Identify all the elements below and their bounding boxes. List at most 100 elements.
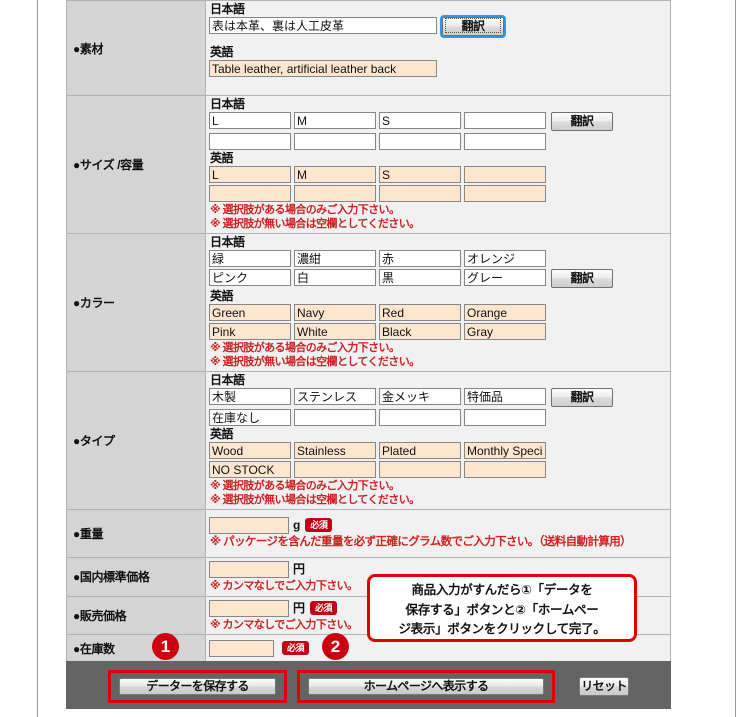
required-badge-stock: 必須 xyxy=(282,641,310,655)
type-ja-input-8[interactable] xyxy=(464,409,546,426)
color-ja-input-5[interactable] xyxy=(209,269,291,286)
type-ja-input-1[interactable] xyxy=(209,388,291,405)
size-en-input-6[interactable] xyxy=(294,185,376,202)
type-en-input-5[interactable] xyxy=(209,461,291,478)
size-en-input-5[interactable] xyxy=(209,185,291,202)
row-label-color: ●カラー xyxy=(66,233,206,372)
instruction-callout: 商品入力がすんだら①「データを 保存する」ボタンと②「ホームペー ジ表示」ボタン… xyxy=(367,574,637,642)
row-label-weight: ●重量 xyxy=(66,509,206,558)
lang-header-ja-size: 日本語 xyxy=(210,97,245,111)
color-en-input-6[interactable] xyxy=(294,323,376,340)
color-ja-input-1[interactable] xyxy=(209,250,291,267)
type-en-input-1[interactable] xyxy=(209,442,291,459)
translate-button-material[interactable]: 翻訳 xyxy=(440,15,506,38)
size-ja-input-6[interactable] xyxy=(294,133,376,150)
color-en-input-4[interactable] xyxy=(464,304,546,321)
color-ja-input-7[interactable] xyxy=(379,269,461,286)
size-ja-input-2[interactable] xyxy=(294,112,376,129)
row-fields-weight: g 必須 ※ パッケージを含んだ重量を必ず正確にグラム数でご入力下さい。（送料自… xyxy=(205,509,671,558)
row-fields-color: 日本語 翻訳 英語 xyxy=(205,233,671,372)
color-en-input-1[interactable] xyxy=(209,304,291,321)
type-en-input-4[interactable] xyxy=(464,442,546,459)
type-en-input-3[interactable] xyxy=(379,442,461,459)
type-note-blank-if-none: ※ 選択肢が無い場合は空欄としてください。 xyxy=(210,493,420,506)
type-en-line-2 xyxy=(209,461,670,478)
weight-note: ※ パッケージを含んだ重量を必ず正確にグラム数でご入力下さい。（送料自動計算用） xyxy=(210,536,632,548)
left-frame-divider xyxy=(37,0,38,717)
row-label-size: ●サイズ /容量 xyxy=(66,95,206,234)
table-row-size: ●サイズ /容量 日本語 翻訳 xyxy=(66,95,671,234)
size-en-input-4[interactable] xyxy=(464,166,546,183)
size-ja-line-1: 翻訳 xyxy=(209,112,670,131)
save-button[interactable]: データーを保存する xyxy=(119,678,276,695)
lang-header-en-material: 英語 xyxy=(210,45,234,59)
material-en-input-1[interactable] xyxy=(209,60,437,77)
publish-button[interactable]: ホームページへ表示する xyxy=(308,678,544,695)
size-en-input-8[interactable] xyxy=(464,185,546,202)
color-en-input-2[interactable] xyxy=(294,304,376,321)
stock-line: 必須 xyxy=(209,640,670,657)
size-en-input-7[interactable] xyxy=(379,185,461,202)
material-ja-line: 翻訳 xyxy=(209,15,670,38)
color-en-input-8[interactable] xyxy=(464,323,546,340)
material-spacer xyxy=(209,38,670,46)
weight-input[interactable] xyxy=(209,517,289,534)
type-note-choices-only: ※ 選択肢がある場合のみご入力下さい。 xyxy=(210,480,400,492)
translate-button-material-label: 翻訳 xyxy=(445,18,501,33)
color-ja-line-1 xyxy=(209,250,670,267)
type-ja-input-7[interactable] xyxy=(379,409,461,426)
row-label-stock: ●在庫数 xyxy=(66,634,206,663)
weight-unit: g xyxy=(293,518,301,532)
reset-button[interactable]: リセット xyxy=(579,677,629,696)
type-ja-input-5[interactable] xyxy=(209,409,291,426)
color-en-input-3[interactable] xyxy=(379,304,461,321)
table-row-material: ●素材 日本語 翻訳 英語 xyxy=(66,0,671,96)
size-en-input-3[interactable] xyxy=(379,166,461,183)
type-ja-input-2[interactable] xyxy=(294,388,376,405)
step-marker-2: 2 xyxy=(322,633,349,660)
type-en-input-8[interactable] xyxy=(464,461,546,478)
form-action-bar: データーを保存する ホームページへ表示する リセット xyxy=(66,661,671,709)
size-ja-input-8[interactable] xyxy=(464,133,546,150)
type-ja-input-3[interactable] xyxy=(379,388,461,405)
type-en-input-2[interactable] xyxy=(294,442,376,459)
size-ja-input-7[interactable] xyxy=(379,133,461,150)
size-ja-input-4[interactable] xyxy=(464,112,546,129)
color-ja-input-3[interactable] xyxy=(379,250,461,267)
color-ja-input-4[interactable] xyxy=(464,250,546,267)
type-en-input-6[interactable] xyxy=(294,461,376,478)
domestic-price-input[interactable] xyxy=(209,561,289,578)
type-en-line-1 xyxy=(209,442,670,459)
color-ja-input-2[interactable] xyxy=(294,250,376,267)
callout-line-1: 商品入力がすんだら①「データを xyxy=(411,583,593,597)
material-ja-input-1[interactable] xyxy=(209,17,437,34)
lang-header-en-color: 英語 xyxy=(210,289,234,303)
size-ja-input-1[interactable] xyxy=(209,112,291,129)
color-en-line-1 xyxy=(209,304,670,321)
size-en-line-2 xyxy=(209,185,670,202)
size-en-input-1[interactable] xyxy=(209,166,291,183)
color-ja-input-6[interactable] xyxy=(294,269,376,286)
right-frame-divider xyxy=(735,0,736,717)
callout-line-2: 保存する」ボタンと②「ホームペー xyxy=(405,602,599,617)
translate-button-color[interactable]: 翻訳 xyxy=(551,269,613,288)
table-row-color: ●カラー 日本語 翻訳 xyxy=(66,233,671,372)
callout-line-3: ジ表示」ボタンをクリックして完了。 xyxy=(398,622,606,636)
row-label-domestic-price: ●国内標準価格 xyxy=(66,557,206,597)
size-ja-input-3[interactable] xyxy=(379,112,461,129)
color-en-input-7[interactable] xyxy=(379,323,461,340)
translate-button-type[interactable]: 翻訳 xyxy=(551,388,613,407)
lang-header-ja-type: 日本語 xyxy=(210,373,245,387)
size-en-input-2[interactable] xyxy=(294,166,376,183)
sale-price-input[interactable] xyxy=(209,599,289,617)
translate-button-size[interactable]: 翻訳 xyxy=(551,112,613,131)
type-ja-line-1: 翻訳 xyxy=(209,388,670,407)
type-ja-input-6[interactable] xyxy=(294,409,376,426)
color-ja-input-8[interactable] xyxy=(464,269,546,286)
table-row-weight: ●重量 g 必須 ※ パッケージを含んだ重量を必ず正確にグラム数でご入力下さい。… xyxy=(66,509,671,558)
type-en-input-7[interactable] xyxy=(379,461,461,478)
type-ja-input-4[interactable] xyxy=(464,388,546,405)
stock-input[interactable] xyxy=(209,640,274,657)
color-en-input-5[interactable] xyxy=(209,323,291,340)
size-ja-input-5[interactable] xyxy=(209,133,291,150)
